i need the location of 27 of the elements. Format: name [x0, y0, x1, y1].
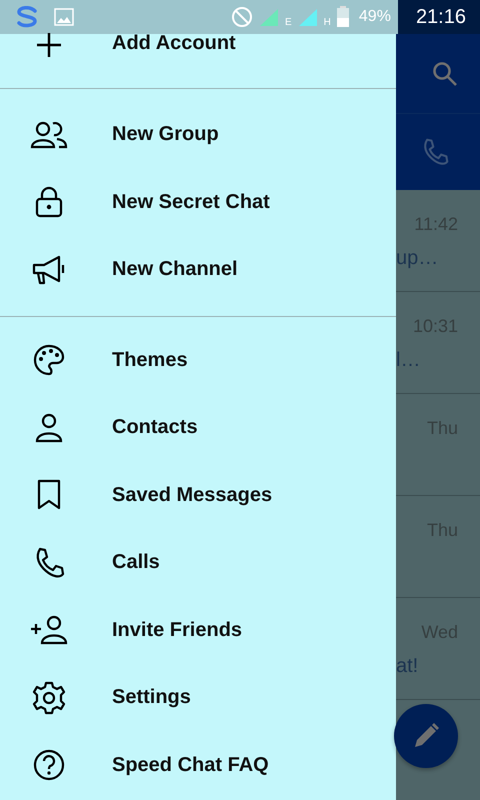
- signal-icon: [296, 7, 319, 27]
- search-icon[interactable]: [432, 60, 458, 87]
- add-person-icon: [30, 615, 68, 646]
- network-type: H: [324, 17, 331, 30]
- clock-time: 21:16: [398, 0, 480, 34]
- people-icon: [30, 120, 68, 150]
- battery-percent: 49%: [358, 8, 391, 26]
- settings-icon: [30, 680, 68, 715]
- menu-item[interactable]: New Secret Chat: [0, 168, 396, 236]
- app-logo-icon: [14, 6, 40, 28]
- menu-item[interactable]: Settings: [0, 664, 396, 732]
- add-account-item[interactable]: Add Account: [0, 32, 396, 88]
- signal-icon: [258, 7, 280, 27]
- menu-item[interactable]: New Group: [0, 101, 396, 168]
- network-type: E: [285, 17, 292, 30]
- menu-item[interactable]: New Channel: [0, 236, 396, 304]
- menu-item[interactable]: Invite Friends: [0, 596, 396, 664]
- menu-item[interactable]: Saved Messages: [0, 462, 396, 529]
- menu-item[interactable]: Calls: [0, 529, 396, 596]
- image-icon: [54, 8, 74, 26]
- battery-icon: [336, 6, 350, 28]
- menu-item[interactable]: Speed Chat FAQ: [0, 732, 396, 799]
- compose-button[interactable]: [394, 704, 458, 768]
- pencil-icon: [412, 722, 440, 750]
- menu-item[interactable]: Themes: [0, 326, 396, 394]
- blocked-icon: [231, 6, 253, 28]
- menu-item[interactable]: Contacts: [0, 394, 396, 462]
